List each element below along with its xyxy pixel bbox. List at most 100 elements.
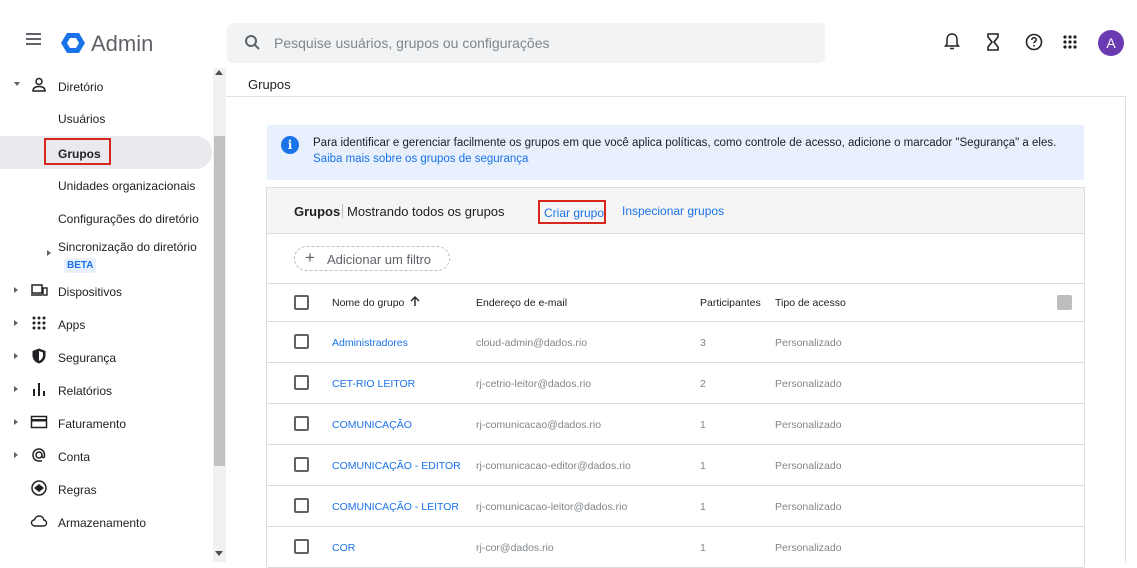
add-filter-button[interactable]: + Adicionar um filtro	[294, 246, 450, 271]
group-access: Personalizado	[775, 460, 842, 472]
breadcrumb: Grupos	[248, 77, 291, 92]
sidebar-item-diretorio[interactable]: Diretório	[0, 69, 213, 102]
chevron-right-icon[interactable]	[14, 419, 18, 425]
chevron-right-icon[interactable]	[14, 353, 18, 359]
group-name-link[interactable]: Administradores	[332, 337, 408, 349]
table-row[interactable]: COMUNICAÇÃO - EDITOR rj-comunicacao-edit…	[267, 445, 1084, 486]
beta-badge: BETA	[64, 258, 97, 273]
scroll-up-arrow-icon[interactable]	[215, 70, 223, 75]
create-group-button[interactable]: Criar grupo	[544, 206, 604, 220]
sort-arrow-up-icon[interactable]	[409, 295, 421, 307]
chevron-right-icon[interactable]	[14, 452, 18, 458]
group-access: Personalizado	[775, 542, 842, 554]
card-header: Grupos Mostrando todos os grupos Criar g…	[267, 188, 1084, 234]
row-checkbox[interactable]	[294, 457, 309, 472]
card-title: Grupos	[294, 204, 341, 219]
chevron-right-icon[interactable]	[14, 287, 18, 293]
groups-card: Grupos Mostrando todos os grupos Criar g…	[266, 187, 1085, 568]
sidebar-item-unidades[interactable]: Unidades organizacionais	[0, 169, 213, 202]
sidebar-item-conta[interactable]: Conta	[0, 439, 213, 472]
sidebar-item-label: Sincronização do diretório	[58, 240, 197, 254]
sidebar-item-label: Relatórios	[58, 384, 113, 398]
group-members: 1	[700, 501, 706, 513]
add-filter-label: Adicionar um filtro	[327, 252, 432, 267]
column-header-members[interactable]: Participantes	[700, 297, 761, 309]
column-header-access[interactable]: Tipo de acesso	[775, 297, 846, 309]
devices-icon	[31, 284, 48, 296]
group-name-link[interactable]: COMUNICAÇÃO - EDITOR	[332, 460, 461, 472]
cloud-icon	[30, 515, 48, 527]
row-checkbox[interactable]	[294, 416, 309, 431]
group-name-link[interactable]: COR	[332, 542, 355, 554]
table-row[interactable]: CET-RIO LEITOR rj-cetrio-leitor@dados.ri…	[267, 363, 1084, 404]
group-name-link[interactable]: COMUNICAÇÃO	[332, 419, 412, 431]
sidebar-item-usuarios[interactable]: Usuários	[0, 102, 213, 135]
row-checkbox[interactable]	[294, 375, 309, 390]
row-checkbox[interactable]	[294, 334, 309, 349]
person-icon	[32, 77, 46, 92]
divider	[342, 204, 343, 218]
sidebar-item-sincronizacao[interactable]: Sincronização do diretório BETA	[0, 235, 213, 273]
divider	[226, 96, 1126, 97]
top-bar: Admin A	[0, 0, 1137, 68]
sidebar-item-apps[interactable]: Apps	[0, 307, 213, 340]
bar-chart-icon	[33, 383, 45, 396]
chevron-down-icon[interactable]	[14, 82, 20, 86]
help-icon[interactable]	[1023, 31, 1045, 53]
hourglass-icon[interactable]	[982, 31, 1004, 53]
sidebar-item-seguranca[interactable]: Segurança	[0, 340, 213, 373]
group-email: rj-comunicacao-leitor@dados.rio	[476, 501, 628, 513]
group-email: rj-cor@dados.rio	[476, 542, 554, 554]
sidebar-item-label: Configurações do diretório	[58, 212, 199, 226]
table-row[interactable]: COMUNICAÇÃO rj-comunicacao@dados.rio 1 P…	[267, 404, 1084, 445]
select-all-checkbox[interactable]	[294, 295, 309, 310]
sidebar-scrollbar-thumb[interactable]	[214, 136, 225, 466]
row-checkbox[interactable]	[294, 539, 309, 554]
group-members: 1	[700, 419, 706, 431]
sidebar-item-armazenamento[interactable]: Armazenamento	[0, 505, 213, 538]
apps-grid-icon[interactable]	[1059, 31, 1081, 53]
search-icon[interactable]	[244, 34, 262, 52]
avatar[interactable]: A	[1098, 30, 1124, 56]
sidebar-item-label: Regras	[58, 483, 97, 497]
sidebar-item-label: Usuários	[58, 112, 106, 126]
group-members: 1	[700, 460, 706, 472]
group-access: Personalizado	[775, 378, 842, 390]
sidebar-item-label: Segurança	[58, 351, 117, 365]
chevron-right-icon[interactable]	[47, 250, 51, 256]
group-access: Personalizado	[775, 501, 842, 513]
learn-more-link[interactable]: Saiba mais sobre os grupos de segurança	[313, 153, 528, 165]
sidebar-item-label: Dispositivos	[58, 285, 123, 299]
table-row[interactable]: Administradores cloud-admin@dados.rio 3 …	[267, 322, 1084, 363]
group-members: 1	[700, 542, 706, 554]
scroll-down-arrow-icon[interactable]	[215, 551, 223, 556]
sidebar-item-regras[interactable]: Regras	[0, 472, 213, 505]
app-title[interactable]: Admin	[91, 31, 153, 57]
chevron-right-icon[interactable]	[14, 320, 18, 326]
group-name-link[interactable]: COMUNICAÇÃO - LEITOR	[332, 501, 459, 513]
sidebar-item-faturamento[interactable]: Faturamento	[0, 406, 213, 439]
at-sign-icon	[32, 448, 46, 462]
chevron-right-icon[interactable]	[14, 386, 18, 392]
bell-icon[interactable]	[941, 31, 963, 53]
row-checkbox[interactable]	[294, 498, 309, 513]
rules-icon	[31, 480, 47, 496]
highlight-box: Criar grupo	[538, 200, 606, 224]
column-header-name[interactable]: Nome do grupo	[332, 297, 404, 309]
search-input[interactable]	[274, 23, 814, 63]
sidebar-item-relatorios[interactable]: Relatórios	[0, 373, 213, 406]
sidebar-item-dispositivos[interactable]: Dispositivos	[0, 274, 213, 307]
group-email: cloud-admin@dados.rio	[476, 337, 588, 349]
menu-icon[interactable]	[26, 33, 44, 47]
sidebar-item-config-diretorio[interactable]: Configurações do diretório	[0, 202, 213, 235]
search-bar[interactable]	[227, 23, 825, 63]
admin-logo-icon[interactable]	[60, 31, 86, 55]
group-members: 3	[700, 337, 706, 349]
group-name-link[interactable]: CET-RIO LEITOR	[332, 378, 415, 390]
group-access: Personalizado	[775, 419, 842, 431]
gear-icon[interactable]	[1057, 295, 1072, 310]
inspect-groups-button[interactable]: Inspecionar grupos	[622, 204, 724, 218]
sidebar-item-grupos[interactable]: Grupos	[0, 136, 212, 169]
table-row[interactable]: COMUNICAÇÃO - LEITOR rj-comunicacao-leit…	[267, 486, 1084, 527]
column-header-email[interactable]: Endereço de e-mail	[476, 297, 567, 309]
